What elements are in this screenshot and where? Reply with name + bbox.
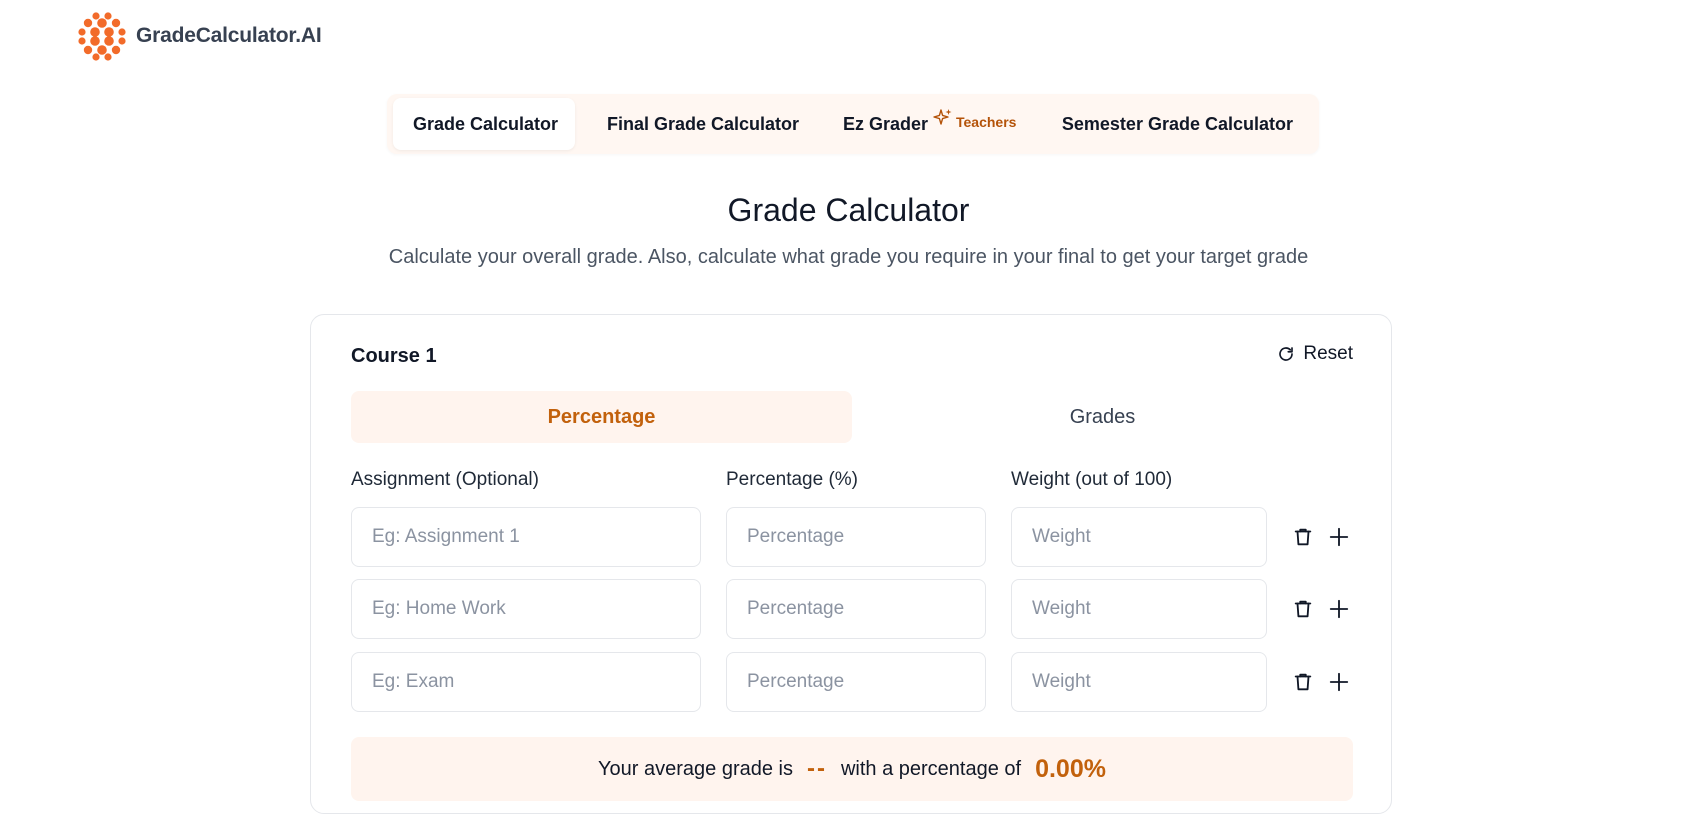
percentage-input[interactable] xyxy=(747,671,965,693)
delete-row-button[interactable] xyxy=(1290,524,1316,550)
tab-label: Semester Grade Calculator xyxy=(1061,113,1293,134)
page-subtitle: Calculate your overall grade. Also, calc… xyxy=(388,246,1309,268)
add-row-button[interactable] xyxy=(1326,669,1352,695)
page-title: Grade Calculator xyxy=(727,192,970,228)
result-summary: Your average grade is -- with a percenta… xyxy=(351,737,1353,801)
assignment-field[interactable] xyxy=(351,652,701,712)
mode-toggle: Percentage Grades xyxy=(351,391,1353,443)
tab-semester-grade-calculator[interactable]: Semester Grade Calculator xyxy=(1042,98,1313,150)
tab-label: Final Grade Calculator xyxy=(607,113,800,134)
average-grade-value: -- xyxy=(806,755,827,782)
percentage-input[interactable] xyxy=(747,598,965,620)
brand-logo[interactable]: GradeCalculator.AI xyxy=(76,10,322,62)
tab-final-grade-calculator[interactable]: Final Grade Calculator xyxy=(587,98,819,150)
result-middle: with a percentage of xyxy=(840,757,1022,780)
weight-input[interactable] xyxy=(1032,598,1246,620)
assignment-input[interactable] xyxy=(372,671,680,693)
tab-grade-calculator[interactable]: Grade Calculator xyxy=(393,98,575,150)
add-row-button[interactable] xyxy=(1326,524,1352,550)
average-percentage-value: 0.00% xyxy=(1035,754,1106,783)
assignment-field[interactable] xyxy=(351,507,701,567)
refresh-icon xyxy=(1279,347,1294,361)
percentage-field[interactable] xyxy=(726,652,986,712)
reset-button[interactable]: Reset xyxy=(1277,343,1353,365)
trash-icon xyxy=(1294,673,1312,691)
teachers-badge: Teachers xyxy=(956,114,1017,130)
delete-row-button[interactable] xyxy=(1290,596,1316,622)
result-prefix: Your average grade is xyxy=(598,757,793,780)
reset-label: Reset xyxy=(1303,343,1353,364)
assignment-input[interactable] xyxy=(372,598,680,620)
brand-name: GradeCalculator.AI xyxy=(136,24,322,47)
percentage-field[interactable] xyxy=(726,507,986,567)
course-card: Course 1 Reset Percentage Grades Assignm… xyxy=(310,314,1392,814)
assignment-input[interactable] xyxy=(372,526,680,548)
assignment-field[interactable] xyxy=(351,579,701,639)
mode-tab-percentage[interactable]: Percentage xyxy=(351,391,852,443)
tab-label: Ez Grader xyxy=(843,113,929,134)
weight-column-label: Weight (out of 100) xyxy=(1011,469,1173,490)
weight-input[interactable] xyxy=(1032,671,1246,693)
tab-ez-grader[interactable]: Ez Grader Teachers xyxy=(823,98,1032,150)
plus-icon xyxy=(1329,527,1349,547)
sparkle-icon xyxy=(933,109,952,125)
logo-dots-icon xyxy=(78,12,126,61)
weight-field[interactable] xyxy=(1011,579,1267,639)
assignment-column-label: Assignment (Optional) xyxy=(351,469,539,490)
calculator-nav: Grade Calculator Final Grade Calculator … xyxy=(387,94,1319,154)
percentage-input[interactable] xyxy=(747,526,965,548)
plus-icon xyxy=(1329,672,1349,692)
trash-icon xyxy=(1294,600,1312,618)
weight-field[interactable] xyxy=(1011,652,1267,712)
tab-label: Grade Calculator xyxy=(413,113,559,134)
weight-input[interactable] xyxy=(1032,526,1246,548)
plus-icon xyxy=(1329,599,1349,619)
percentage-column-label: Percentage (%) xyxy=(726,469,859,490)
course-title: Course 1 xyxy=(351,345,437,367)
mode-tab-grades[interactable]: Grades xyxy=(852,391,1353,443)
trash-icon xyxy=(1294,528,1312,546)
delete-row-button[interactable] xyxy=(1290,669,1316,695)
add-row-button[interactable] xyxy=(1326,596,1352,622)
percentage-field[interactable] xyxy=(726,579,986,639)
weight-field[interactable] xyxy=(1011,507,1267,567)
